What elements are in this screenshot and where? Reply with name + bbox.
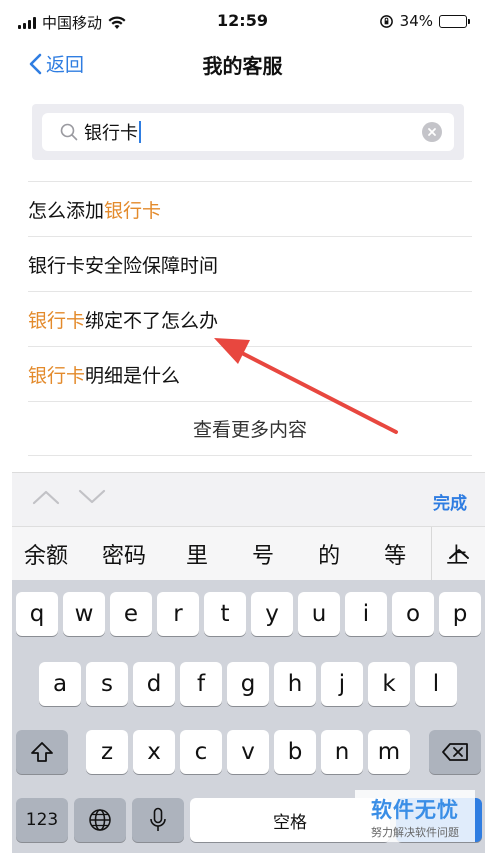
status-bar: 中国移动 12:59 34% [0, 0, 485, 42]
watermark: 软件无忧 努力解决软件问题 [355, 790, 475, 842]
microphone-key[interactable] [132, 798, 184, 842]
key-r[interactable]: r [157, 592, 199, 636]
result-item[interactable]: 银行卡 明细是什么 [28, 346, 472, 401]
view-more-button[interactable]: 查看更多内容 [28, 401, 472, 456]
chevron-up-icon [448, 549, 469, 559]
candidate-word[interactable]: 号 [240, 538, 274, 570]
candidate-bar: 余额 密码 里 号 的 等 上 [12, 526, 485, 581]
key-s[interactable]: s [86, 662, 128, 706]
result-item[interactable]: 银行卡安全险保障时间 [28, 236, 472, 291]
key-n[interactable]: n [321, 730, 363, 774]
globe-icon [89, 809, 111, 831]
candidate-word[interactable]: 密码 [90, 538, 146, 570]
key-p[interactable]: p [439, 592, 481, 636]
done-button[interactable]: 完成 [433, 489, 467, 514]
key-i[interactable]: i [345, 592, 387, 636]
shift-key[interactable] [16, 730, 68, 774]
result-highlight: 银行卡 [28, 364, 86, 387]
key-g[interactable]: g [227, 662, 269, 706]
key-a[interactable]: a [39, 662, 81, 706]
result-item[interactable]: 银行卡 绑定不了怎么办 [28, 291, 472, 346]
search-bar: 银行卡 [32, 104, 464, 160]
key-m[interactable]: m [368, 730, 410, 774]
key-o[interactable]: o [392, 592, 434, 636]
page-title: 我的客服 [202, 54, 283, 78]
key-h[interactable]: h [274, 662, 316, 706]
key-l[interactable]: l [415, 662, 457, 706]
result-text: 绑定不了怎么办 [85, 309, 219, 332]
key-u[interactable]: u [298, 592, 340, 636]
expand-candidates-button[interactable] [431, 527, 485, 581]
key-d[interactable]: d [133, 662, 175, 706]
key-c[interactable]: c [180, 730, 222, 774]
nav-bar: 返回 我的客服 [0, 42, 485, 86]
battery-icon [439, 14, 470, 28]
key-y[interactable]: y [251, 592, 293, 636]
clear-search-button[interactable] [422, 122, 442, 142]
view-more-label: 查看更多内容 [192, 419, 307, 441]
microphone-icon [150, 807, 166, 831]
result-item[interactable]: 怎么添加 银行卡 [28, 181, 472, 236]
candidate-word[interactable]: 里 [174, 538, 208, 570]
key-z[interactable]: z [86, 730, 128, 774]
backspace-icon [442, 743, 468, 761]
battery-percent: 34% [399, 12, 433, 30]
watermark-title: 软件无忧 [371, 798, 459, 822]
shift-icon [31, 742, 53, 762]
result-highlight: 银行卡 [104, 199, 162, 222]
watermark-subtitle: 努力解决软件问题 [371, 826, 459, 839]
key-e[interactable]: e [110, 592, 152, 636]
key-t[interactable]: t [204, 592, 246, 636]
orientation-lock-icon [379, 14, 393, 28]
chevron-down-icon[interactable] [78, 489, 106, 505]
result-text: 银行卡安全险保障时间 [28, 254, 219, 277]
key-q[interactable]: q [16, 592, 58, 636]
battery-group: 34% [379, 12, 470, 30]
result-highlight: 银行卡 [28, 309, 86, 332]
candidate-word[interactable]: 余额 [12, 538, 68, 570]
candidate-word[interactable]: 等 [372, 538, 406, 570]
key-j[interactable]: j [321, 662, 363, 706]
backspace-key[interactable] [429, 730, 481, 774]
candidate-word[interactable]: 的 [306, 538, 340, 570]
text-cursor [139, 121, 141, 143]
result-text: 明细是什么 [85, 364, 181, 387]
globe-key[interactable] [74, 798, 126, 842]
numbers-key[interactable]: 123 [16, 798, 68, 842]
key-b[interactable]: b [274, 730, 316, 774]
key-v[interactable]: v [227, 730, 269, 774]
keyboard-toolbar: 完成 [12, 472, 485, 526]
chevron-up-icon[interactable] [32, 489, 60, 505]
key-k[interactable]: k [368, 662, 410, 706]
search-results-list: 怎么添加 银行卡 银行卡安全险保障时间 银行卡 绑定不了怎么办 银行卡 明细是什么 查… [28, 181, 472, 456]
search-input[interactable]: 银行卡 [42, 113, 454, 151]
key-x[interactable]: x [133, 730, 175, 774]
result-text: 怎么添加 [28, 199, 105, 222]
search-value: 银行卡 [84, 123, 138, 144]
close-icon [428, 128, 436, 136]
search-icon [60, 123, 78, 141]
key-f[interactable]: f [180, 662, 222, 706]
key-w[interactable]: w [63, 592, 105, 636]
